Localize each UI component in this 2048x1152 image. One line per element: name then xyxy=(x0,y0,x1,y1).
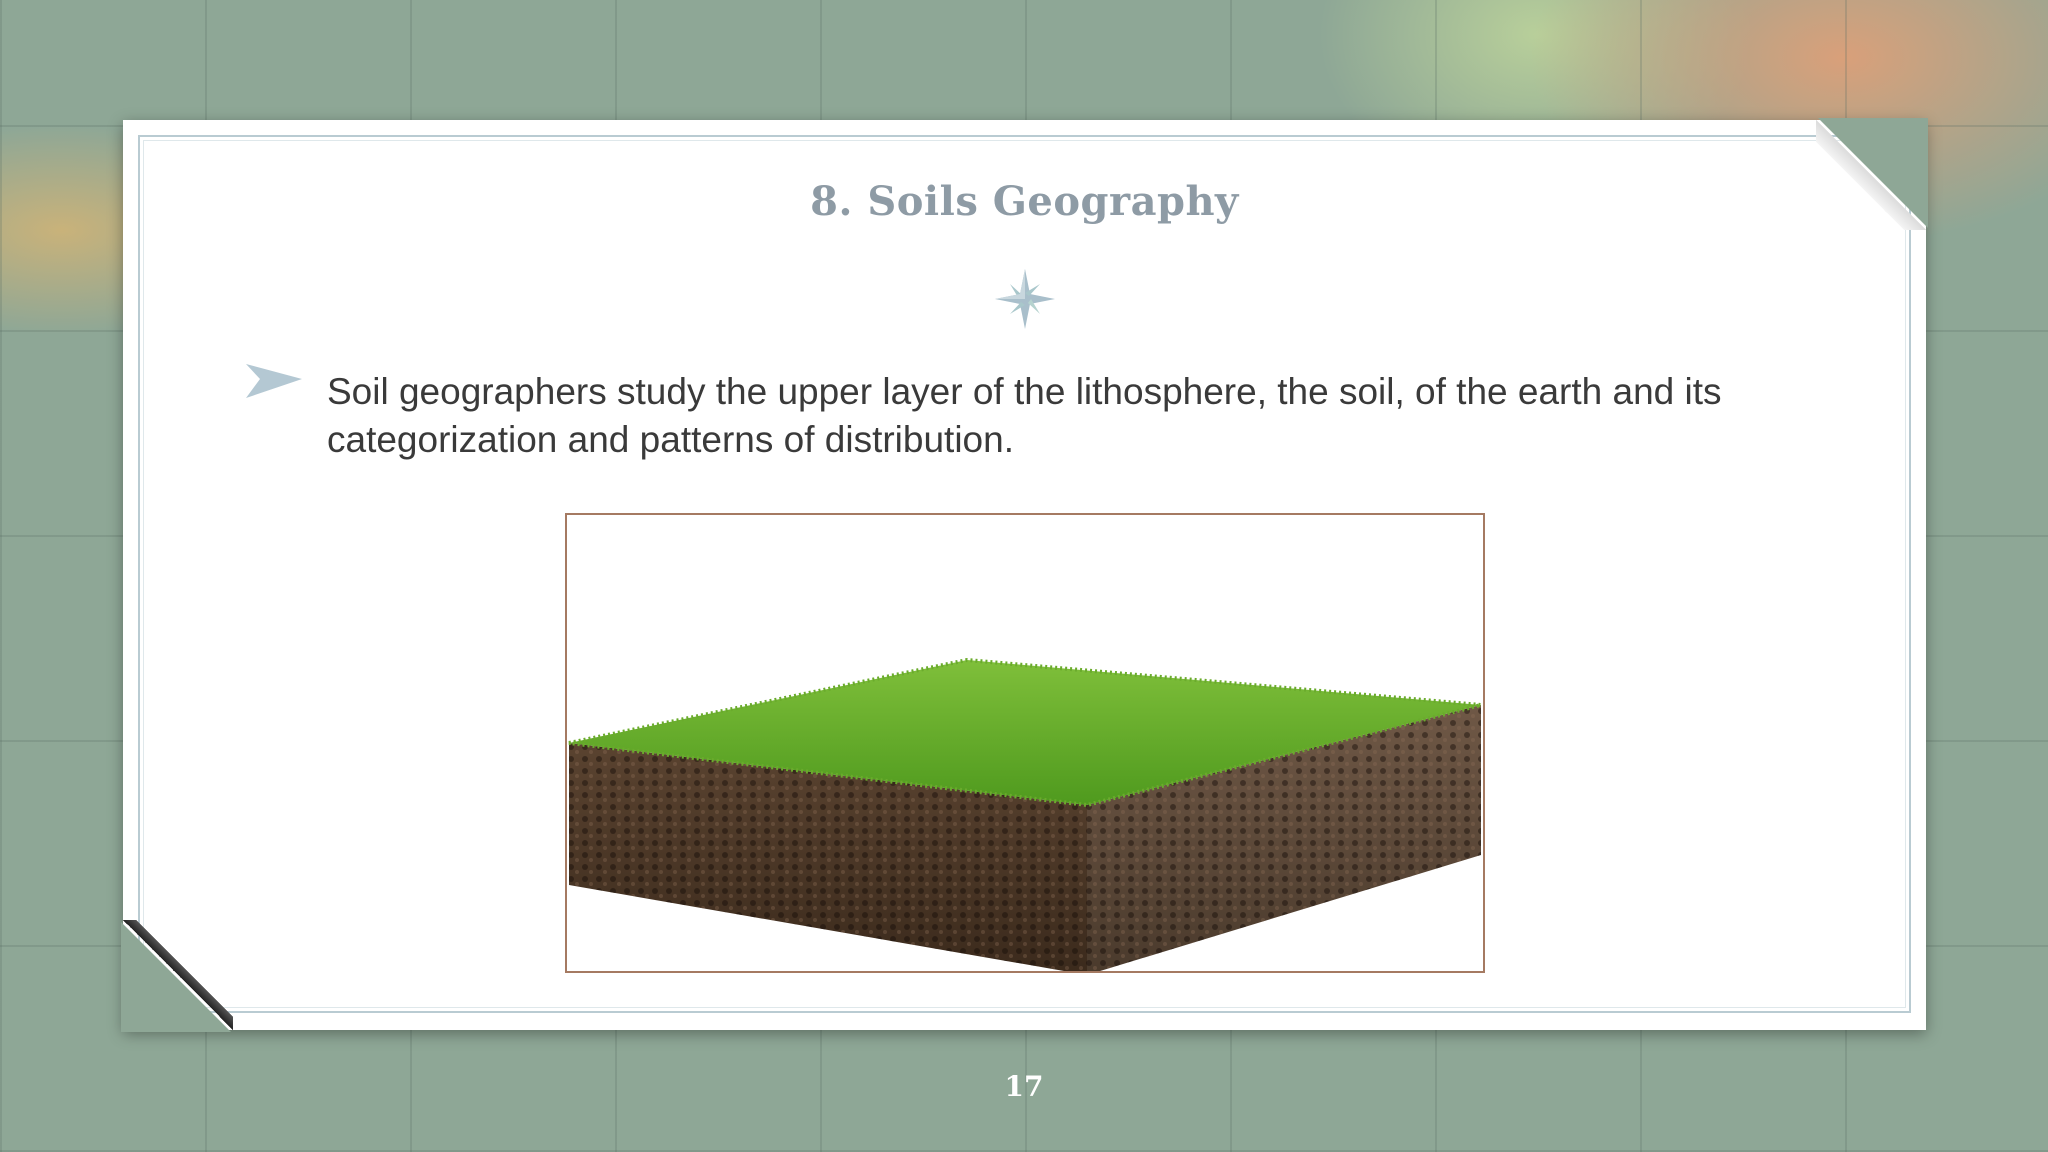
bullet-text: Soil geographers study the upper layer o… xyxy=(327,371,1722,460)
page-number: 17 xyxy=(1004,1070,1044,1103)
compass-star-icon xyxy=(995,269,1055,329)
soil-cross-section-image xyxy=(565,513,1485,973)
slide-card: 8. Soils Geography Soil geographers stud… xyxy=(121,118,1928,1032)
corner-fold-shadow xyxy=(123,920,233,1030)
slide-title: 8. Soils Geography xyxy=(810,178,1239,225)
arrow-bullet-icon xyxy=(246,364,302,398)
